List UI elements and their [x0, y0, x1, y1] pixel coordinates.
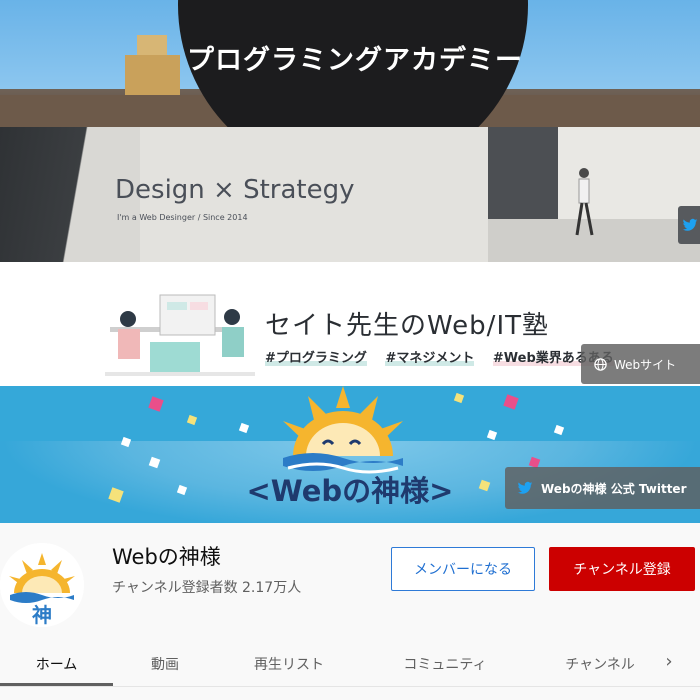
website-link[interactable]: Webサイト	[581, 344, 700, 384]
twitter-link[interactable]: Webの神様 公式 Twitter	[505, 467, 700, 509]
tab-videos[interactable]: 動画	[113, 643, 217, 685]
banner-seito-sensei: セイト先生のWeb/IT塾 #プログラミング #マネジメント #Web業界あるあ…	[0, 262, 700, 386]
join-membership-button[interactable]: メンバーになる	[391, 547, 535, 591]
tab-channels[interactable]: チャンネル	[545, 643, 655, 685]
tab-playlists[interactable]: 再生リスト	[227, 643, 351, 685]
confetti	[148, 396, 164, 412]
photo-ground	[488, 219, 700, 262]
seito-tags: #プログラミング #マネジメント #Web業界あるある	[265, 347, 628, 366]
shadow-area	[0, 127, 120, 262]
confetti	[186, 414, 198, 426]
twitter-icon	[682, 218, 698, 231]
banner-web-no-kamisama: <Webの神様> Webの神様 公式 Twitter	[0, 386, 700, 523]
twitter-link-label: Webの神様 公式 Twitter	[541, 481, 687, 496]
divider	[0, 686, 700, 687]
banner-programming-academy: プログラミングアカデミー	[0, 0, 700, 127]
chevron-right-icon[interactable]: ›	[660, 651, 678, 675]
office-illustration	[105, 294, 255, 376]
design-strategy-logo: Design × Strategy	[115, 175, 355, 205]
twitter-icon	[517, 481, 533, 494]
channel-avatar[interactable]: 神	[0, 543, 84, 627]
tag-management: #マネジメント	[385, 351, 475, 366]
subscriber-count: チャンネル登録者数 2.17万人	[112, 580, 302, 596]
globe-icon	[594, 357, 607, 371]
twitter-link-tab[interactable]	[678, 206, 700, 244]
confetti	[486, 429, 498, 441]
confetti	[453, 392, 465, 404]
confetti	[553, 424, 565, 436]
walking-person-graphic	[575, 168, 594, 236]
tab-home[interactable]: ホーム	[0, 643, 113, 685]
channel-header: 神 Webの神様 チャンネル登録者数 2.17万人 メンバーになる チャンネル登…	[0, 523, 700, 700]
channel-name: Webの神様	[112, 545, 221, 569]
banner-title: プログラミングアカデミー	[187, 45, 523, 76]
sun-logo-graphic	[283, 386, 403, 474]
web-no-kamisama-logo: <Webの神様>	[246, 474, 454, 508]
confetti	[503, 394, 519, 410]
tag-programming: #プログラミング	[265, 351, 367, 366]
subscribe-button[interactable]: チャンネル登録	[549, 547, 695, 591]
tab-community[interactable]: コミュニティ	[380, 643, 510, 685]
banner-design-strategy: Design × Strategy I'm a Web Desinger / S…	[0, 127, 700, 262]
avatar-kanji: 神	[32, 603, 52, 627]
website-link-label: Webサイト	[614, 357, 677, 372]
channel-tabs: ホーム 動画 再生リスト コミュニティ チャンネル	[0, 643, 700, 685]
photo-dark-panel	[488, 127, 558, 219]
confetti	[238, 422, 250, 434]
design-strategy-tagline: I'm a Web Desinger / Since 2014	[117, 213, 248, 222]
seito-heading: セイト先生のWeb/IT塾	[265, 311, 549, 341]
